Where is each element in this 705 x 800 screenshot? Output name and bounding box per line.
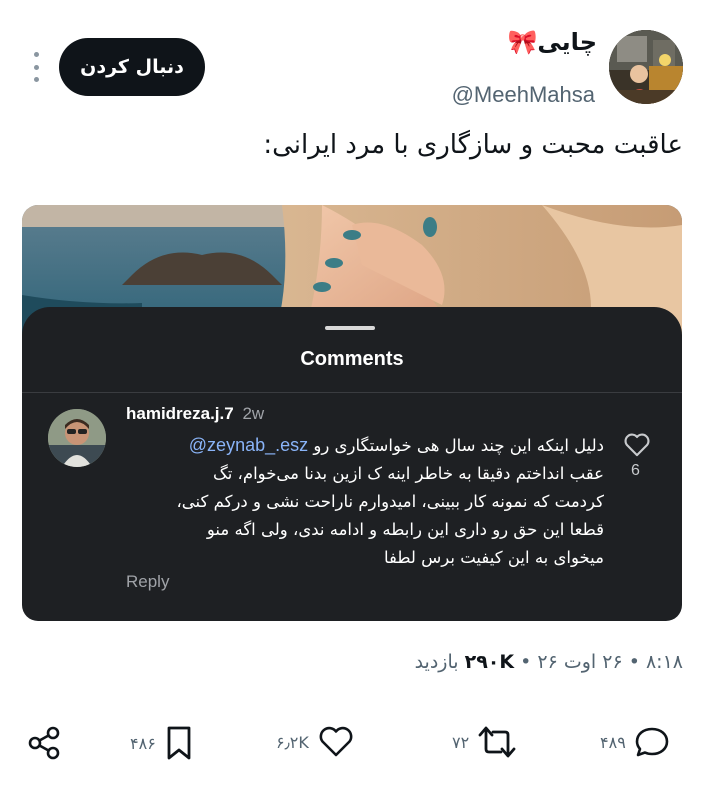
commenter-username[interactable]: hamidreza.j.7 2w [126, 404, 264, 424]
like-action[interactable]: ۶٫۲K [276, 725, 355, 759]
author-avatar[interactable] [609, 30, 683, 104]
follow-button[interactable]: دنبال کردن [59, 38, 205, 96]
comment-like-count: 6 [631, 462, 640, 479]
ribbon-emoji-icon: 🎀 [507, 28, 538, 56]
sheet-drag-handle[interactable] [325, 326, 375, 330]
tweet-views-label: بازدید [414, 651, 459, 673]
like-count: ۶٫۲K [276, 732, 309, 752]
meta-separator-dot: • [514, 651, 532, 673]
bookmark-count: ۴۸۶ [130, 733, 156, 753]
bookmark-action[interactable]: ۴۸۶ [130, 725, 194, 761]
repost-icon [478, 726, 516, 758]
comment-line-4: قطعا این حق رو داری این رابطه و ادامه ند… [206, 520, 604, 539]
comment-reply-button[interactable]: Reply [126, 572, 169, 592]
author-display-name[interactable]: چایی🎀 [508, 28, 598, 56]
comment-line-2: عقب انداختم دقیقا به خاطر اینه ک ازین بد… [212, 464, 604, 483]
share-icon [28, 726, 60, 760]
author-avatar-image [609, 30, 683, 104]
action-bar: ۴۸۹ ۷۲ ۶٫۲K ۴۸۶ [0, 705, 705, 785]
comment-body: دلیل اینکه این چند سال هی خواستگاری رو @… [134, 431, 604, 572]
comment-line-1-text: دلیل اینکه این چند سال هی خواستگاری رو [313, 436, 604, 455]
sheet-divider [22, 392, 682, 393]
comments-sheet[interactable]: Comments hamidreza.j.7 2w دلیل اینکه این… [22, 307, 682, 621]
comment-username-text: hamidreza.j.7 [126, 404, 234, 423]
comment-heart-icon[interactable] [623, 431, 651, 457]
tweet-meta: ۸:۱۸ • ۲۶ اوت ۲۶ • ۲۹۰K بازدید [415, 651, 683, 673]
comments-title: Comments [300, 348, 404, 370]
comment-mention[interactable]: @zeynab_.esz [189, 435, 308, 455]
tweet-views-count[interactable]: ۲۹۰K [465, 651, 515, 673]
comment-line-1: دلیل اینکه این چند سال هی خواستگاری رو @… [134, 431, 604, 460]
display-name-text: چایی [537, 28, 597, 56]
reply-action[interactable]: ۴۸۹ [600, 725, 670, 759]
meta-separator-dot: • [622, 651, 640, 673]
reply-count: ۴۸۹ [600, 732, 626, 752]
share-action[interactable] [26, 725, 62, 761]
reply-icon [635, 727, 669, 757]
bookmark-icon [167, 726, 191, 760]
commenter-avatar-image [48, 409, 106, 467]
comment-line-5: میخوای به این کیفیت برس لطفا [383, 548, 604, 567]
tweet-text: عاقبت محبت و سازگاری با مرد ایرانی: [263, 130, 683, 160]
comment-line-3: کردمت که نمونه کار ببینی، امیدوارم ناراح… [176, 492, 604, 511]
repost-action[interactable]: ۷۲ [452, 725, 517, 759]
commenter-avatar[interactable] [48, 409, 106, 467]
tweet-media[interactable]: Comments hamidreza.j.7 2w دلیل اینکه این… [22, 205, 682, 621]
heart-icon [319, 726, 353, 757]
tweet-time: ۸:۱۸ [645, 651, 683, 673]
tweet-date: ۲۶ اوت ۲۶ [537, 651, 623, 673]
more-vertical-icon[interactable] [28, 52, 44, 82]
author-handle[interactable]: @MeehMahsa [452, 82, 595, 108]
repost-count: ۷۲ [452, 732, 470, 752]
comment-time: 2w [242, 404, 265, 423]
